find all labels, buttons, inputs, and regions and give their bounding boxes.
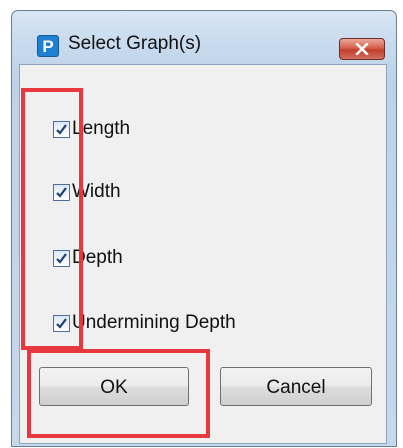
checkmark-icon xyxy=(56,186,67,198)
p-app-icon: P xyxy=(37,35,59,57)
cancel-button[interactable]: Cancel xyxy=(220,367,372,406)
length-checkbox[interactable] xyxy=(53,120,70,138)
checkbox-row-width[interactable]: Width xyxy=(53,180,121,204)
checkbox-row-depth[interactable]: Depth xyxy=(53,246,123,270)
checkmark-icon xyxy=(56,317,67,329)
close-icon xyxy=(355,43,369,55)
dialog-title: Select Graph(s) xyxy=(68,33,202,54)
title-bar[interactable]: P Select Graph(s) xyxy=(12,11,396,65)
checkmark-icon xyxy=(56,252,67,264)
undermining-depth-checkbox[interactable] xyxy=(53,314,70,332)
checkbox-row-length[interactable]: Length xyxy=(53,117,130,141)
ok-button[interactable]: OK xyxy=(39,367,189,406)
checkmark-icon xyxy=(56,123,67,135)
depth-label: Depth xyxy=(72,247,123,268)
width-label: Width xyxy=(72,181,121,202)
width-checkbox[interactable] xyxy=(53,183,70,201)
checkbox-row-undermining-depth[interactable]: Undermining Depth xyxy=(53,311,236,335)
depth-checkbox[interactable] xyxy=(53,249,70,267)
close-button[interactable] xyxy=(339,38,385,60)
undermining-depth-label: Undermining Depth xyxy=(72,312,236,333)
length-label: Length xyxy=(72,118,131,139)
